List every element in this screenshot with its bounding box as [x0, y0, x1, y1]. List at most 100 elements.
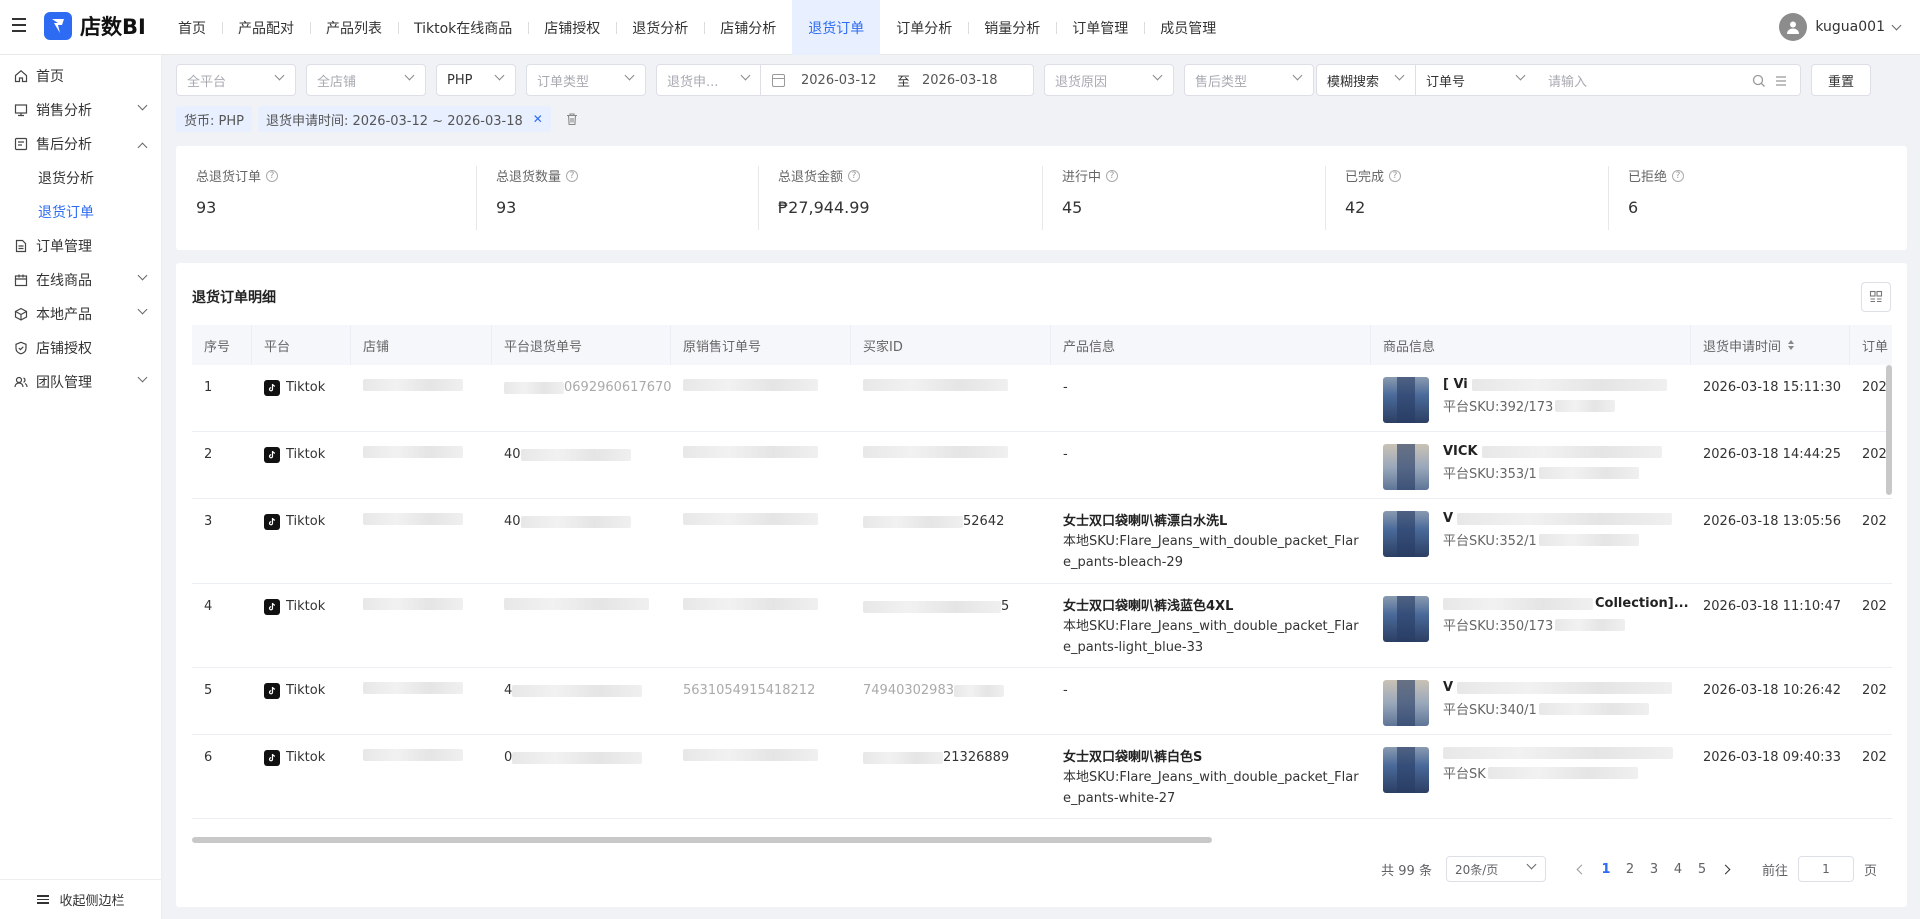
chevron-down-icon: [1292, 70, 1303, 81]
nav-item-order-management[interactable]: 订单管理: [1056, 0, 1144, 55]
product-thumbnail[interactable]: [1383, 680, 1429, 726]
col-header-product-info: 产品信息: [1051, 325, 1371, 365]
stat-label: 进行中: [1062, 170, 1102, 185]
nav-item-member-management[interactable]: 成员管理: [1144, 0, 1232, 55]
sidebar-item-home[interactable]: 首页: [0, 57, 162, 95]
tiktok-icon: [264, 683, 280, 699]
nav-item-store-analysis[interactable]: 店铺分析: [704, 0, 792, 55]
nav-item-return-analysis[interactable]: 退货分析: [616, 0, 704, 55]
sidebar-item-return-analysis[interactable]: 退货分析: [0, 159, 162, 197]
search-field-select[interactable]: 订单号: [1415, 64, 1537, 96]
sidebar-item-after-sale[interactable]: 售后分析: [0, 125, 162, 163]
nav-item-order-analysis[interactable]: 订单分析: [880, 0, 968, 55]
sidebar-item-label: 团队管理: [36, 375, 92, 391]
cell-product-info: 女士双口袋喇叭裤白色S 本地SKU:Flare_Jeans_with_doubl…: [1051, 749, 1363, 809]
product-thumbnail[interactable]: [1383, 444, 1429, 490]
help-icon[interactable]: ?: [266, 169, 279, 182]
col-header-buyer-id: 买家ID: [851, 325, 1051, 365]
currency-select[interactable]: PHP: [436, 64, 516, 96]
nav-item-tiktok-online[interactable]: Tiktok在线商品: [398, 0, 528, 55]
page-size-select[interactable]: 20条/页: [1445, 856, 1546, 882]
cell-buyer-id: [851, 446, 1008, 464]
sidebar-item-order-management[interactable]: 订单管理: [0, 227, 162, 265]
sidebar-item-team[interactable]: 团队管理: [0, 363, 162, 401]
sort-icon[interactable]: [1787, 339, 1795, 351]
store-select[interactable]: 全店铺: [306, 64, 426, 96]
trash-icon[interactable]: [565, 112, 579, 126]
platform-select[interactable]: 全平台: [176, 64, 296, 96]
nav-item-product-list[interactable]: 产品列表: [310, 0, 398, 55]
sidebar-item-return-orders[interactable]: 退货订单: [0, 193, 162, 231]
menu-toggle-icon[interactable]: [12, 18, 28, 32]
order-type-select[interactable]: 订单类型: [526, 64, 646, 96]
page-5[interactable]: 5: [1690, 862, 1714, 877]
table-row[interactable]: 6 Tiktok 0 21326889 女士双口袋喇叭裤白色S 本地SKU:Fl…: [192, 735, 1892, 819]
home-icon: [14, 69, 28, 83]
after-sale-type-select[interactable]: 售后类型: [1184, 64, 1314, 96]
product-thumbnail[interactable]: [1383, 377, 1429, 423]
search-icon[interactable]: [1752, 74, 1766, 88]
nav-item-home[interactable]: 首页: [162, 0, 222, 55]
nav-item-store-auth[interactable]: 店铺授权: [528, 0, 616, 55]
table-row[interactable]: 2 Tiktok 40 - VICK 平台SKU:353/1 2026-03-1…: [192, 432, 1892, 499]
col-header-apply-time[interactable]: 退货申请时间: [1691, 325, 1850, 365]
cell-platform: Tiktok: [252, 379, 325, 397]
top-bar: 店数BI 首页 产品配对 产品列表 Tiktok在线商品 店铺授权 退货分析 店…: [0, 0, 1920, 55]
cell-store: [351, 513, 463, 531]
search-input[interactable]: 请输入: [1536, 64, 1801, 96]
table-row[interactable]: 4 Tiktok 5 女士双口袋喇叭裤浅蓝色4XL 本地SKU:Flare_Je…: [192, 584, 1892, 668]
page-2[interactable]: 2: [1618, 862, 1642, 877]
table-row[interactable]: 1 Tiktok 0692960617670 - [ Vi 平台SKU:392/…: [192, 365, 1892, 432]
column-settings-button[interactable]: [1861, 282, 1891, 312]
table-row[interactable]: 3 Tiktok 40 52642 女士双口袋喇叭裤漂白水洗L 本地SKU:Fl…: [192, 499, 1892, 584]
sidebar-item-local-products[interactable]: 本地产品: [0, 295, 162, 333]
stat-value: 93: [196, 198, 217, 217]
cell-product-info: 女士双口袋喇叭裤漂白水洗L 本地SKU:Flare_Jeans_with_dou…: [1051, 513, 1363, 573]
cell-return-no: [492, 598, 649, 616]
close-icon[interactable]: ✕: [533, 112, 543, 126]
goto-page-input[interactable]: 1: [1797, 856, 1854, 882]
filter-bar: 全平台 全店铺 PHP 订单类型 退货申... 2026-03-12 至 202…: [176, 64, 1904, 96]
tiktok-icon: [264, 447, 280, 463]
goods-sku: 平台SKU:340/1: [1443, 703, 1537, 718]
user-menu[interactable]: kugua001: [1779, 13, 1902, 41]
logo-icon: [44, 12, 72, 40]
nav-item-return-orders[interactable]: 退货订单: [792, 0, 881, 55]
cell-apply-time: 2026-03-18 10:26:42: [1703, 683, 1842, 698]
horizontal-scrollbar[interactable]: [192, 837, 1212, 843]
vertical-scrollbar[interactable]: [1886, 365, 1892, 495]
return-reason-select[interactable]: 退货原因: [1044, 64, 1174, 96]
after-sale-type-value: 售后类型: [1195, 74, 1248, 90]
product-thumbnail[interactable]: [1383, 596, 1429, 642]
product-thumbnail[interactable]: [1383, 747, 1429, 793]
help-icon[interactable]: ?: [1389, 169, 1402, 182]
chevron-down-icon: [137, 100, 148, 111]
sidebar-item-online-goods[interactable]: 在线商品: [0, 261, 162, 299]
list-icon[interactable]: [1774, 74, 1788, 88]
next-page-button[interactable]: [1714, 864, 1738, 874]
prev-page-button[interactable]: [1570, 864, 1594, 874]
product-name: 女士双口袋喇叭裤白色S: [1063, 750, 1203, 765]
page-3[interactable]: 3: [1642, 862, 1666, 877]
search-mode-select[interactable]: 模糊搜索: [1316, 64, 1416, 96]
chevron-up-icon: [137, 142, 148, 153]
help-icon[interactable]: ?: [848, 169, 861, 182]
page-1[interactable]: 1: [1594, 862, 1618, 877]
reset-button[interactable]: 重置: [1811, 64, 1871, 96]
page-4[interactable]: 4: [1666, 862, 1690, 877]
date-range-picker[interactable]: 2026-03-12 至 2026-03-18: [760, 64, 1034, 96]
help-icon[interactable]: ?: [1106, 169, 1119, 182]
table-row[interactable]: 5 Tiktok 4 5631054915418212 74940302983 …: [192, 668, 1892, 735]
product-thumbnail[interactable]: [1383, 511, 1429, 557]
date-type-select[interactable]: 退货申...: [656, 64, 762, 96]
divider: [758, 166, 759, 230]
sidebar-item-store-auth[interactable]: 店铺授权: [0, 329, 162, 367]
collapse-sidebar-button[interactable]: 收起侧边栏: [0, 879, 162, 919]
nav-item-sales-analysis[interactable]: 销量分析: [968, 0, 1056, 55]
logo[interactable]: 店数BI: [44, 11, 146, 41]
sidebar-item-label: 本地产品: [36, 307, 92, 323]
help-icon[interactable]: ?: [566, 169, 579, 182]
sidebar-item-sales-analysis[interactable]: 销售分析: [0, 91, 162, 129]
help-icon[interactable]: ?: [1672, 169, 1685, 182]
nav-item-product-pairing[interactable]: 产品配对: [222, 0, 310, 55]
